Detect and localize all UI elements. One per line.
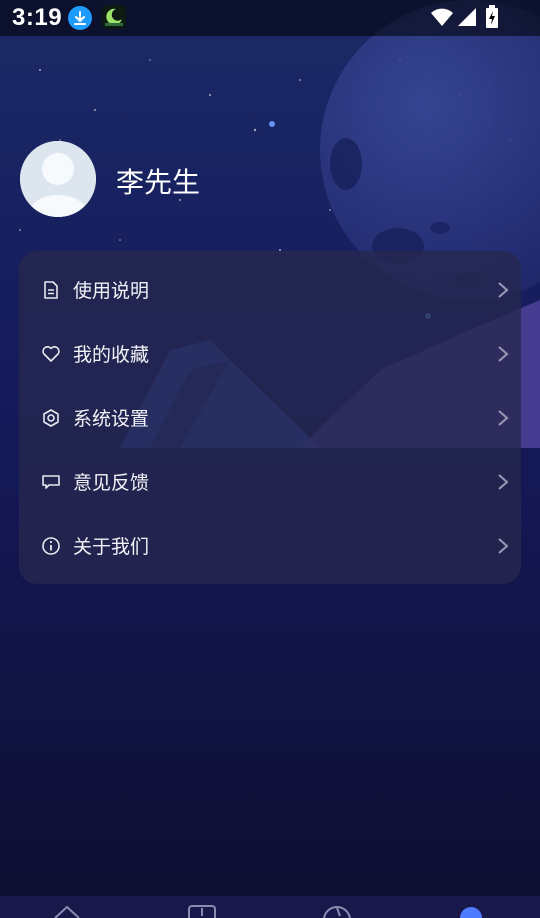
menu-item-feedback[interactable]: 意见反馈 [19,449,521,513]
chevron-right-icon [498,282,509,298]
heart-icon [42,346,60,362]
menu-item-label: 意见反馈 [73,472,150,494]
user-name: 李先生 [116,166,201,199]
feedback-icon [42,475,60,489]
document-icon [44,281,58,299]
status-time: 3:19 [12,4,63,31]
add-icon[interactable] [185,902,219,918]
moon-app-icon [102,5,126,29]
settings-icon [43,409,59,427]
menu-item-label: 系统设置 [73,408,150,430]
chevron-right-icon [498,346,509,362]
music-icon[interactable] [320,902,354,918]
status-bar: 3:19 [0,0,540,36]
menu-item-instructions[interactable]: 使用说明 [19,257,521,321]
bottom-tab-bar [0,896,540,918]
default-avatar-icon[interactable] [20,141,96,217]
menu-item-settings[interactable]: 系统设置 [19,385,521,449]
chevron-right-icon [498,538,509,554]
profile-icon[interactable] [454,902,488,918]
menu-card: 使用说明 我的收藏 系统设置 意见反馈 关于我们 [19,251,521,584]
profile-header: 李先生 [20,141,420,219]
menu-item-favorites[interactable]: 我的收藏 [19,321,521,385]
wifi-icon [431,8,453,26]
menu-item-label: 关于我们 [73,536,150,558]
menu-item-label: 使用说明 [73,280,150,302]
chevron-right-icon [498,474,509,490]
cell-signal-icon [458,8,476,26]
menu-item-about[interactable]: 关于我们 [19,513,521,577]
battery-charging-icon [486,5,498,28]
download-notification-icon [68,6,92,30]
home-icon[interactable] [50,902,84,918]
info-icon [42,537,60,555]
menu-item-label: 我的收藏 [73,344,150,366]
chevron-right-icon [498,410,509,426]
